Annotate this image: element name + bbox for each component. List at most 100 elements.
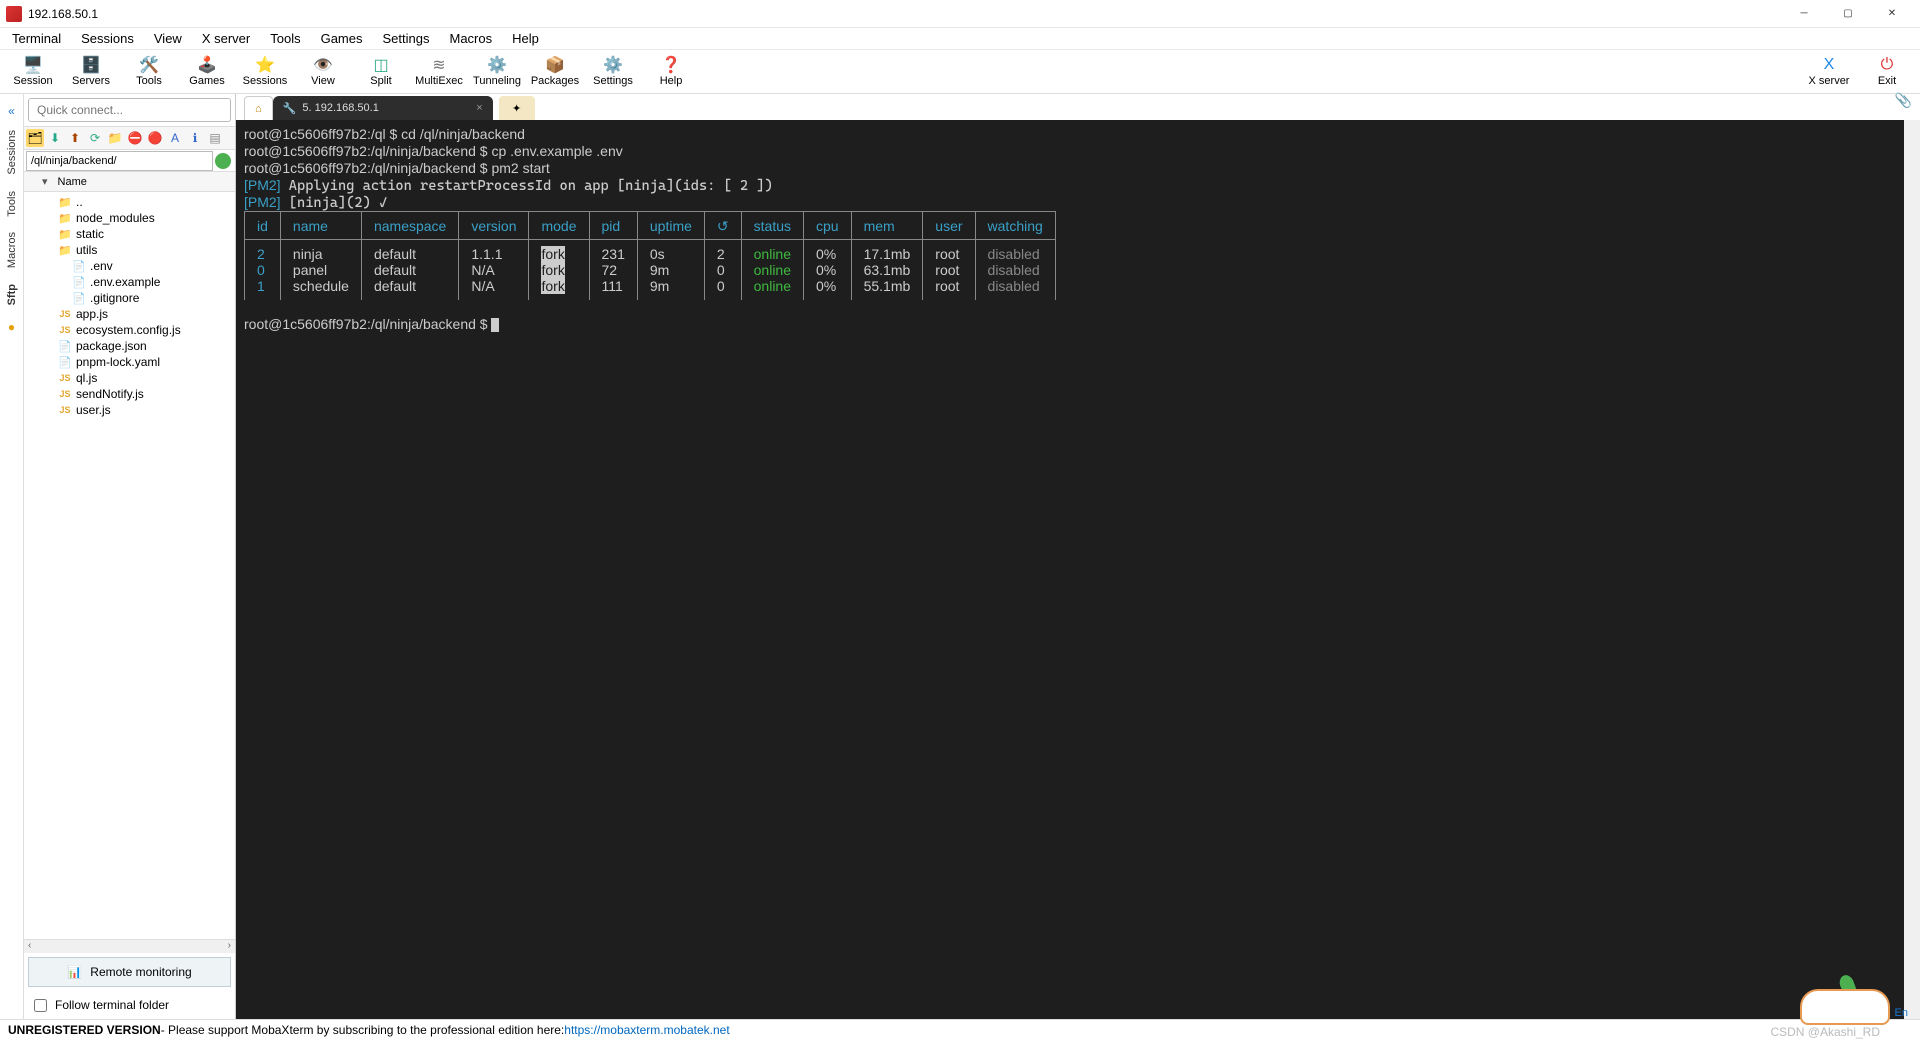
help-button[interactable]: ❓Help [643,51,699,93]
tree-item[interactable]: 📁static [24,226,235,242]
stop-icon[interactable]: 🔴 [146,129,164,147]
tree-item[interactable]: JSql.js [24,370,235,386]
xserver-button[interactable]: XX server [1801,51,1857,93]
sessions-button[interactable]: ⭐Sessions [237,51,293,93]
tree-item[interactable]: 📁node_modules [24,210,235,226]
status-link[interactable]: https://mobaxterm.mobatek.net [564,1023,729,1037]
minimize-button[interactable]: ─ [1782,0,1826,28]
xserver-button-label: X server [1809,75,1850,87]
maximize-button[interactable]: ▢ [1826,0,1870,28]
file-icon: 📄 [72,276,86,288]
delete-icon[interactable]: ⛔ [126,129,144,147]
home-icon: ⌂ [255,103,262,115]
sftp-path-row [24,150,235,172]
menu-settings[interactable]: Settings [373,29,440,48]
settings-button[interactable]: ⚙️Settings [585,51,641,93]
download-icon[interactable]: ⬇ [46,129,64,147]
tree-item[interactable]: JSapp.js [24,306,235,322]
games-button[interactable]: 🕹️Games [179,51,235,93]
tree-item-label: pnpm-lock.yaml [76,355,160,369]
menu-help[interactable]: Help [502,29,549,48]
tree-item[interactable]: 📁.. [24,194,235,210]
menu-macros[interactable]: Macros [439,29,502,48]
servers-button-icon: 🗄️ [82,56,100,74]
edit-icon[interactable]: A [166,129,184,147]
sftp-home-icon[interactable]: 🗂 [26,129,44,147]
plus-icon: ✦ [512,102,521,115]
pm2-col-name: name [280,212,361,240]
multiexec-button[interactable]: ≋MultiExec [411,51,467,93]
tree-item[interactable]: 📄.gitignore [24,290,235,306]
js-icon: JS [58,372,72,384]
menu-view[interactable]: View [144,29,192,48]
tree-item[interactable]: 📄package.json [24,338,235,354]
tab-close-icon[interactable]: × [476,102,482,114]
menu-games[interactable]: Games [311,29,373,48]
tree-item[interactable]: 📄pnpm-lock.yaml [24,354,235,370]
rail-tools[interactable]: Tools [4,183,20,225]
sftp-path-input[interactable] [26,151,213,171]
split-button[interactable]: ◫Split [353,51,409,93]
unregistered-label: UNREGISTERED VERSION [8,1023,161,1037]
js-icon: JS [58,404,72,416]
refresh-icon[interactable]: ⟳ [86,129,104,147]
tree-item-label: .env [90,259,113,273]
menu-terminal[interactable]: Terminal [2,29,71,48]
tab-home[interactable]: ⌂ [244,96,273,120]
menu-sessions[interactable]: Sessions [71,29,144,48]
session-button[interactable]: 🖥️Session [5,51,61,93]
menu-tools[interactable]: Tools [260,29,310,48]
follow-terminal-checkbox[interactable] [34,999,47,1012]
new-folder-icon[interactable]: 📁 [106,129,124,147]
watermark: CSDN @Akashi_RD [1770,1025,1880,1039]
tools-button[interactable]: 🛠️Tools [121,51,177,93]
games-button-icon: 🕹️ [198,56,216,74]
window-title: 192.168.50.1 [28,7,1782,21]
rail-sftp[interactable]: Sftp [4,276,20,313]
servers-button-label: Servers [72,75,110,87]
terminal-vscrollbar[interactable] [1904,120,1920,1019]
terminal[interactable]: root@1c5606ff97b2:/ql $ cd /ql/ninja/bac… [236,120,1904,1019]
tree-item-label: app.js [76,307,108,321]
file-icon: 📄 [72,292,86,304]
pm2-col-watching: watching [975,212,1055,240]
sftp-hscroll[interactable]: ‹› [24,939,235,953]
tree-item[interactable]: JSecosystem.config.js [24,322,235,338]
tunneling-button[interactable]: ⚙️Tunneling [469,51,525,93]
sessions-button-icon: ⭐ [256,56,274,74]
settings-icon[interactable]: ▤ [206,129,224,147]
tree-item[interactable]: 📄 .env [24,258,235,274]
rail-macros[interactable]: Macros [4,224,20,276]
packages-button[interactable]: 📦Packages [527,51,583,93]
menu-xserver[interactable]: X server [192,29,260,48]
language-indicator[interactable]: En [1895,1007,1908,1019]
tree-item[interactable]: JSsendNotify.js [24,386,235,402]
view-button[interactable]: 👁️View [295,51,351,93]
sftp-tree[interactable]: 📁..📁node_modules📁static📁utils 📄 .env📄.env.… [24,192,235,939]
pm2-row: 0paneldefaultN/Afork729m0online0%63.1mbr… [245,262,1056,278]
file-icon: 📄 [72,260,86,272]
statusbar: UNREGISTERED VERSION - Please support Mo… [0,1019,1920,1039]
servers-button[interactable]: 🗄️Servers [63,51,119,93]
remote-monitoring-button[interactable]: 📊 Remote monitoring [28,957,231,987]
collapse-rail-icon[interactable]: « [4,100,19,122]
quick-connect-input[interactable] [28,98,231,122]
exit-button[interactable]: ⏻Exit [1859,51,1915,93]
tools-button-icon: 🛠️ [140,56,158,74]
tree-item[interactable]: 📁utils [24,242,235,258]
tree-item[interactable]: 📄.env.example [24,274,235,290]
tab-active[interactable]: 🔧 5. 192.168.50.1 × [273,96,493,120]
main: « SessionsToolsMacrosSftp ● 🗂 ⬇ ⬆ ⟳ 📁 ⛔ … [0,94,1920,1019]
rail-sessions[interactable]: Sessions [4,122,20,183]
mascot-overlay [1780,975,1890,1025]
upload-icon[interactable]: ⬆ [66,129,84,147]
attachment-icon[interactable]: 📎 [1895,92,1912,109]
path-ok-icon [215,153,231,169]
tab-new[interactable]: ✦ [499,96,535,120]
close-button[interactable]: ✕ [1870,0,1914,28]
sftp-header[interactable]: ▾ Name [24,172,235,192]
tree-item-label: ecosystem.config.js [76,323,181,337]
properties-icon[interactable]: ℹ [186,129,204,147]
packages-button-icon: 📦 [546,56,564,74]
tree-item[interactable]: JSuser.js [24,402,235,418]
